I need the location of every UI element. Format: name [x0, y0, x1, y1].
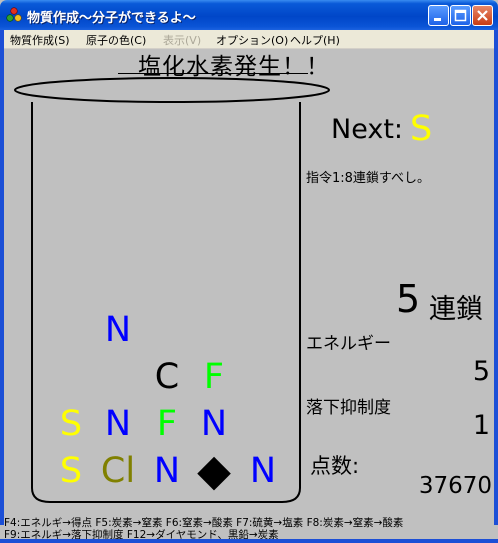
atom-s: S: [59, 451, 83, 491]
chain-count: 5: [396, 277, 421, 321]
atom-n: N: [249, 451, 277, 491]
atom-n: N: [153, 451, 181, 491]
atom-diamond: ◆: [197, 445, 231, 496]
status-caption: 塩化水素発生！！: [138, 54, 330, 80]
next-label: Next:: [331, 114, 403, 145]
atom-n: N: [104, 310, 132, 350]
score-value: 37670: [418, 473, 492, 499]
energy-value: 5: [472, 356, 490, 387]
atom-n: N: [104, 404, 132, 444]
beaker-rim: [14, 77, 330, 103]
caption-underline: [118, 73, 308, 74]
order-text: 指令1:8連鎖すべし。: [306, 171, 431, 186]
chain-label: 連鎖: [429, 294, 483, 325]
atom-f: F: [156, 404, 178, 444]
energy-label: エネルギー: [306, 334, 391, 354]
next-atom: S: [410, 109, 433, 149]
drop-suppression-label: 落下抑制度: [306, 398, 391, 418]
window-frame-bottom: [0, 539, 498, 543]
atom-s: S: [59, 404, 83, 444]
score-label: 点数:: [310, 454, 360, 478]
drop-suppression-value: 1: [472, 410, 490, 441]
atom-n: N: [200, 404, 228, 444]
atom-f: F: [203, 357, 225, 397]
atom-cl: Cl: [100, 451, 136, 491]
atom-c: C: [154, 357, 180, 397]
